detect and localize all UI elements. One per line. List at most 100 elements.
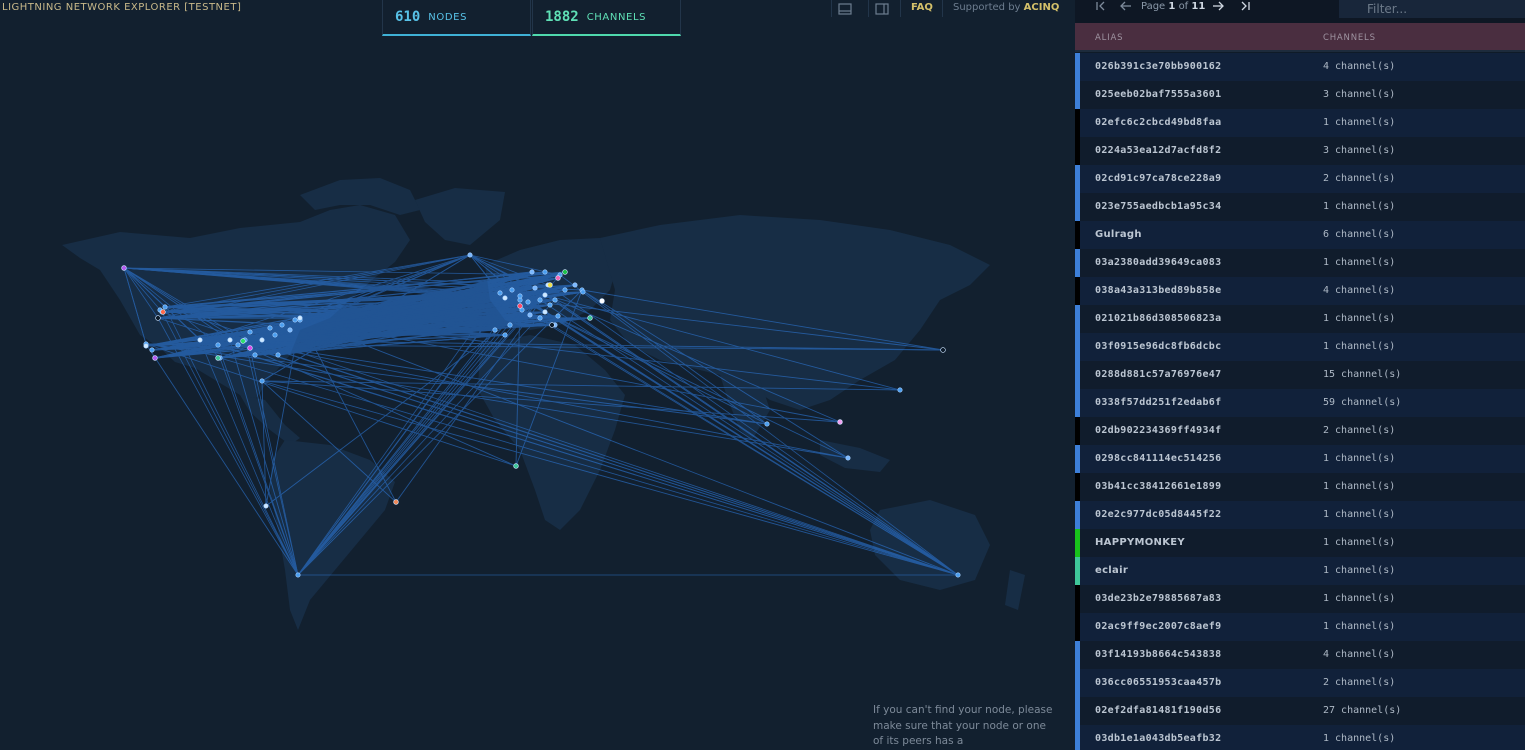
- table-row[interactable]: Gulragh 6 channel(s): [1075, 221, 1525, 249]
- node-alias[interactable]: 02ac9ff9ec2007c8aef9: [1095, 621, 1221, 632]
- alias-column-header[interactable]: ALIAS: [1095, 33, 1123, 43]
- node-marker[interactable]: [467, 252, 473, 258]
- node-marker[interactable]: [555, 275, 561, 281]
- table-row[interactable]: 02ef2dfa81481f190d56 27 channel(s): [1075, 697, 1525, 725]
- bottom-panel-toggle-button[interactable]: [831, 0, 857, 17]
- node-marker[interactable]: [897, 387, 903, 393]
- table-row[interactable]: 03b41cc38412661e1899 1 channel(s): [1075, 473, 1525, 501]
- faq-link[interactable]: FAQ: [911, 2, 933, 13]
- node-alias[interactable]: 03de23b2e79885687a83: [1095, 593, 1221, 604]
- table-row[interactable]: HAPPYMONKEY 1 channel(s): [1075, 529, 1525, 557]
- node-alias[interactable]: Gulragh: [1095, 229, 1142, 240]
- node-marker[interactable]: [542, 292, 548, 298]
- node-alias[interactable]: eclair: [1095, 565, 1128, 576]
- side-panel-toggle-button[interactable]: [868, 0, 894, 17]
- node-alias[interactable]: 021021b86d308506823a: [1095, 313, 1221, 324]
- node-marker[interactable]: [837, 419, 843, 425]
- node-marker[interactable]: [507, 322, 513, 328]
- node-marker[interactable]: [547, 282, 553, 288]
- node-marker[interactable]: [297, 315, 303, 321]
- table-row[interactable]: 03a2380add39649ca083 1 channel(s): [1075, 249, 1525, 277]
- table-row[interactable]: 0298cc841114ec514256 1 channel(s): [1075, 445, 1525, 473]
- node-marker[interactable]: [247, 345, 253, 351]
- table-row[interactable]: 02e2c977dc05d8445f22 1 channel(s): [1075, 501, 1525, 529]
- table-row[interactable]: 021021b86d308506823a 1 channel(s): [1075, 305, 1525, 333]
- node-marker[interactable]: [599, 298, 605, 304]
- node-marker[interactable]: [197, 337, 203, 343]
- node-marker[interactable]: [529, 269, 535, 275]
- node-marker[interactable]: [287, 327, 293, 333]
- node-marker[interactable]: [279, 322, 285, 328]
- node-alias[interactable]: 038a43a313bed89b858e: [1095, 285, 1221, 296]
- node-marker[interactable]: [572, 282, 578, 288]
- node-alias[interactable]: 036cc06551953caa457b: [1095, 677, 1221, 688]
- node-marker[interactable]: [562, 287, 568, 293]
- last-page-button[interactable]: [1239, 0, 1251, 14]
- node-marker[interactable]: [562, 269, 568, 275]
- node-alias[interactable]: HAPPYMONKEY: [1095, 537, 1185, 548]
- node-marker[interactable]: [492, 327, 498, 333]
- node-marker[interactable]: [549, 322, 555, 328]
- filter-input[interactable]: [1339, 0, 1525, 18]
- node-marker[interactable]: [555, 313, 561, 319]
- node-marker[interactable]: [527, 312, 533, 318]
- node-alias[interactable]: 0288d881c57a76976e47: [1095, 369, 1221, 380]
- network-map-panel[interactable]: LIGHTNING NETWORK EXPLORER [TESTNET] 610…: [0, 0, 1075, 750]
- node-marker[interactable]: [845, 455, 851, 461]
- table-row[interactable]: 038a43a313bed89b858e 4 channel(s): [1075, 277, 1525, 305]
- node-alias[interactable]: 03a2380add39649ca083: [1095, 257, 1221, 268]
- node-marker[interactable]: [263, 503, 269, 509]
- table-row[interactable]: 0338f57dd251f2edab6f 59 channel(s): [1075, 389, 1525, 417]
- node-marker[interactable]: [259, 378, 265, 384]
- table-row[interactable]: 03db1e1a043db5eafb32 1 channel(s): [1075, 725, 1525, 750]
- node-marker[interactable]: [509, 287, 515, 293]
- node-alias[interactable]: 02e2c977dc05d8445f22: [1095, 509, 1221, 520]
- node-marker[interactable]: [525, 299, 531, 305]
- node-marker[interactable]: [292, 317, 298, 323]
- table-row[interactable]: 025eeb02baf7555a3601 3 channel(s): [1075, 81, 1525, 109]
- table-row[interactable]: 02db902234369ff4934f 2 channel(s): [1075, 417, 1525, 445]
- node-marker[interactable]: [547, 302, 553, 308]
- node-marker[interactable]: [940, 347, 946, 353]
- node-marker[interactable]: [160, 309, 166, 315]
- node-marker[interactable]: [267, 325, 273, 331]
- nodes-counter[interactable]: 610 NODES: [382, 0, 531, 36]
- node-marker[interactable]: [580, 289, 586, 295]
- node-alias[interactable]: 02efc6c2cbcd49bd8faa: [1095, 117, 1221, 128]
- node-marker[interactable]: [240, 338, 246, 344]
- node-marker[interactable]: [295, 572, 301, 578]
- node-marker[interactable]: [955, 572, 961, 578]
- node-marker[interactable]: [215, 355, 221, 361]
- node-marker[interactable]: [502, 332, 508, 338]
- table-row[interactable]: 03f14193b8664c543838 4 channel(s): [1075, 641, 1525, 669]
- node-marker[interactable]: [497, 290, 503, 296]
- node-marker[interactable]: [215, 342, 221, 348]
- node-marker[interactable]: [149, 347, 155, 353]
- node-marker[interactable]: [542, 269, 548, 275]
- channels-counter[interactable]: 1882 CHANNELS: [532, 0, 681, 36]
- node-marker[interactable]: [542, 309, 548, 315]
- node-alias[interactable]: 0338f57dd251f2edab6f: [1095, 397, 1221, 408]
- node-marker[interactable]: [532, 285, 538, 291]
- table-row[interactable]: 036cc06551953caa457b 2 channel(s): [1075, 669, 1525, 697]
- table-row[interactable]: 03de23b2e79885687a83 1 channel(s): [1075, 585, 1525, 613]
- table-row[interactable]: 023e755aedbcb1a95c34 1 channel(s): [1075, 193, 1525, 221]
- table-row[interactable]: 02efc6c2cbcd49bd8faa 1 channel(s): [1075, 109, 1525, 137]
- node-marker[interactable]: [517, 293, 523, 299]
- node-alias[interactable]: 03f14193b8664c543838: [1095, 649, 1221, 660]
- node-marker[interactable]: [247, 329, 253, 335]
- node-marker[interactable]: [227, 337, 233, 343]
- node-marker[interactable]: [764, 421, 770, 427]
- node-alias[interactable]: 03f0915e96dc8fb6dcbc: [1095, 341, 1221, 352]
- node-marker[interactable]: [272, 332, 278, 338]
- node-marker[interactable]: [587, 315, 593, 321]
- table-row[interactable]: 0224a53ea12d7acfd8f2 3 channel(s): [1075, 137, 1525, 165]
- next-page-button[interactable]: [1211, 0, 1225, 14]
- node-marker[interactable]: [393, 499, 399, 505]
- table-row[interactable]: 0288d881c57a76976e47 15 channel(s): [1075, 361, 1525, 389]
- node-alias[interactable]: 025eeb02baf7555a3601: [1095, 89, 1221, 100]
- node-marker[interactable]: [517, 303, 523, 309]
- prev-page-button[interactable]: [1119, 0, 1133, 14]
- table-row[interactable]: 02cd91c97ca78ce228a9 2 channel(s): [1075, 165, 1525, 193]
- node-marker[interactable]: [275, 352, 281, 358]
